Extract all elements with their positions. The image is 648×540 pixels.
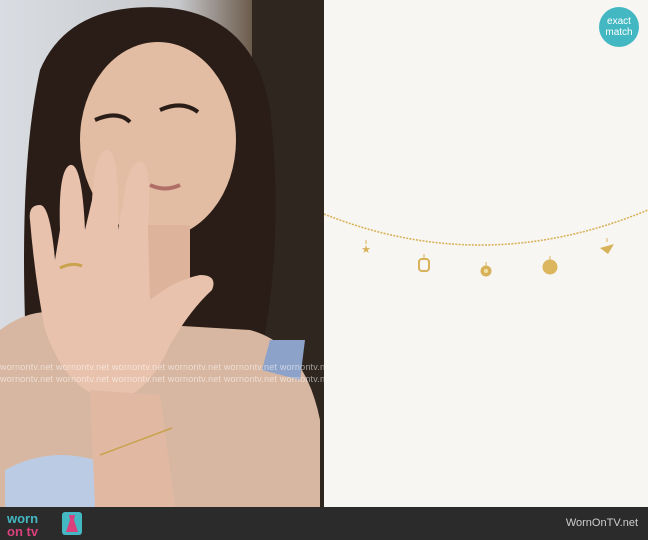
logo-on-tv: on tv (7, 524, 39, 539)
footer-site-name[interactable]: WornOnTV.net (566, 517, 638, 529)
badge-line-1: exact (607, 16, 631, 27)
wornontv-logo[interactable]: worn on tv (5, 509, 85, 538)
necklace-chain (324, 209, 648, 246)
star-charm-icon: ★ (361, 243, 371, 256)
coin-charm-icon (542, 259, 558, 275)
woman-photo-illustration (0, 0, 324, 507)
watermark-row-1: wornontv.net wornontv.net wornontv.net w… (0, 362, 324, 372)
footer-bar: worn on tv WornOnTV.net (0, 507, 648, 540)
necklace-illustration: ★ (324, 209, 648, 277)
photo-gold-charm-necklace: ★ (324, 0, 648, 507)
exact-match-badge: exact match (599, 7, 639, 47)
watermark-row-2: wornontv.net wornontv.net wornontv.net w… (0, 374, 324, 384)
letter-charm-icon (418, 258, 430, 272)
photo-woman-hand-ring: wornontv.net wornontv.net wornontv.net w… (0, 0, 324, 507)
butterfly-charm-icon (600, 244, 614, 254)
badge-line-2: match (605, 27, 633, 38)
dress-icon (62, 512, 82, 535)
